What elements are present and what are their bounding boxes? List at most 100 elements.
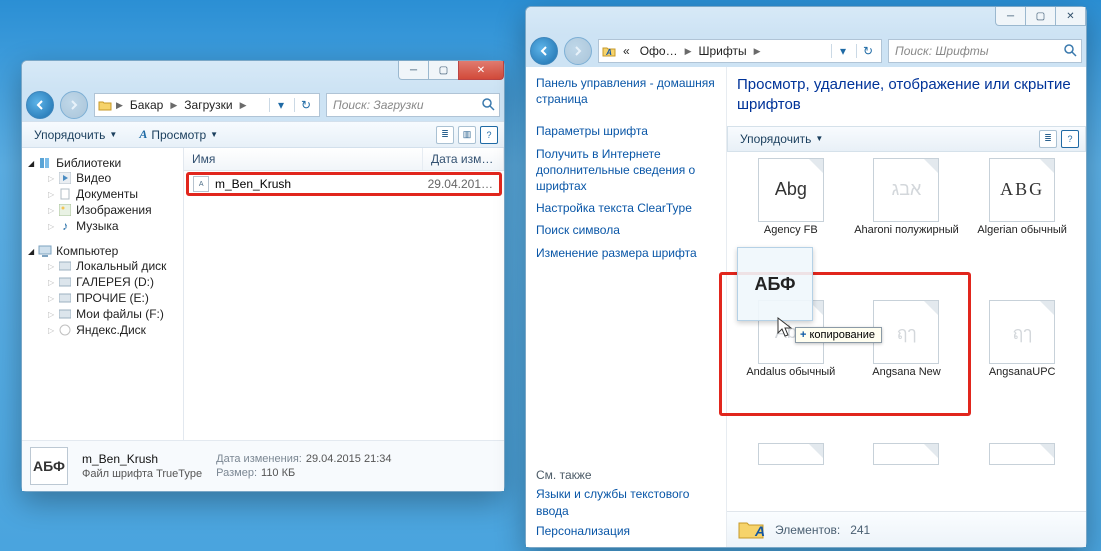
close-button[interactable]: ✕ [458, 61, 504, 80]
nav-yadisk[interactable]: ▷ Яндекс.Диск [28, 322, 183, 338]
font-item[interactable]: אבג Aharoni полужирный [853, 158, 961, 297]
titlebar: ─ ▢ ✕ [22, 61, 504, 89]
arrow-right-icon [573, 46, 583, 56]
tree-expand-icon[interactable]: ▷ [48, 222, 54, 231]
nav-label: Мои файлы (F:) [76, 307, 164, 321]
history-chevron[interactable]: ▾ [831, 44, 854, 58]
file-list-pane: Имя Дата изм… A m_Ben_Krush 29.04.201… [184, 148, 504, 440]
cp-link-cleartype[interactable]: Настройка текста ClearType [536, 198, 716, 218]
back-button[interactable] [530, 37, 558, 65]
tree-expand-icon[interactable]: ▷ [48, 310, 54, 319]
column-date[interactable]: Дата изм… [423, 148, 504, 170]
nav-documents[interactable]: ▷ Документы [28, 186, 183, 202]
cp-link-resize[interactable]: Изменение размера шрифта [536, 243, 716, 263]
tree-expand-icon[interactable]: ▷ [48, 326, 54, 335]
forward-button[interactable] [564, 37, 592, 65]
cp-link-params[interactable]: Параметры шрифта [536, 121, 716, 141]
nav-computer[interactable]: ◢ Компьютер [28, 244, 183, 258]
nav-drive-e[interactable]: ▷ ПРОЧИЕ (E:) [28, 290, 183, 306]
tree-expand-icon[interactable]: ▷ [48, 206, 54, 215]
font-file-icon: A [193, 176, 209, 192]
nav-pictures[interactable]: ▷ Изображения [28, 202, 183, 218]
cp-link-online[interactable]: Получить в Интернете дополнительные свед… [536, 144, 716, 197]
arrow-left-icon [539, 46, 549, 56]
computer-icon [38, 244, 52, 258]
font-thumb-icon: Abg [758, 158, 824, 222]
help-button[interactable]: ? [1061, 130, 1079, 148]
preview-button[interactable]: A Просмотр ▼ [133, 125, 224, 144]
font-label: Andalus обычный [746, 366, 835, 392]
maximize-button[interactable]: ▢ [428, 61, 459, 80]
font-item[interactable]: ABG Algerian обычный [968, 158, 1076, 297]
font-thumb-icon: אבג [873, 158, 939, 222]
tree-expand-icon[interactable]: ▷ [48, 278, 54, 287]
minimize-button[interactable]: ─ [398, 61, 429, 80]
cp-link-textservices[interactable]: Языки и службы текстового ввода [536, 484, 716, 520]
tree-expand-icon[interactable]: ▷ [48, 174, 54, 183]
chevron-right-icon: ▶ [169, 100, 178, 111]
search-input[interactable]: Поиск: Загрузки [326, 93, 500, 117]
nav-label: Музыка [76, 219, 118, 233]
breadcrumb-office[interactable]: Офо… [636, 44, 682, 58]
cp-link-home[interactable]: Панель управления - домашняя страница [536, 73, 716, 109]
detail-file-type: Файл шрифта TrueType [82, 468, 202, 480]
font-item[interactable]: ฤๅ Angsana New [853, 300, 961, 439]
font-label: Algerian обычный [977, 224, 1067, 250]
breadcrumb-back[interactable]: « [619, 44, 634, 58]
toolbar: Упорядочить ▼ A Просмотр ▼ ≣ ▥ ? [22, 121, 504, 148]
file-date: 29.04.201… [428, 177, 493, 191]
music-icon: ♪ [58, 219, 72, 233]
minimize-button[interactable]: ─ [995, 7, 1026, 26]
nav-music[interactable]: ▷ ♪ Музыка [28, 218, 183, 234]
cp-link-personalization[interactable]: Персонализация [536, 521, 716, 541]
font-item[interactable] [737, 443, 845, 512]
refresh-button[interactable]: ↻ [294, 98, 317, 112]
nav-drive-c[interactable]: ▷ Локальный диск [28, 258, 183, 274]
cp-link-symbol[interactable]: Поиск символа [536, 220, 716, 240]
explorer-window-downloads: ─ ▢ ✕ ▶ Бакар ▶ Загрузки ▶ ▾ [21, 60, 505, 492]
breadcrumb-user[interactable]: Бакар [126, 98, 167, 112]
breadcrumb-fonts[interactable]: Шрифты [695, 44, 751, 58]
history-chevron[interactable]: ▾ [269, 98, 292, 112]
search-input[interactable]: Поиск: Шрифты [888, 39, 1082, 63]
organize-menu[interactable]: Упорядочить ▼ [28, 126, 123, 144]
fonts-folder-icon: A [737, 516, 765, 543]
tree-expand-icon[interactable]: ▷ [48, 294, 54, 303]
font-thumb-icon [873, 443, 939, 465]
view-options-button[interactable]: ≣ [1039, 130, 1057, 148]
search-placeholder: Поиск: Шрифты [895, 44, 989, 58]
breadcrumb-folder[interactable]: Загрузки [180, 98, 236, 112]
column-name[interactable]: Имя [184, 148, 423, 170]
tree-collapse-icon[interactable]: ◢ [28, 159, 34, 168]
refresh-button[interactable]: ↻ [856, 44, 879, 58]
help-button[interactable]: ? [480, 126, 498, 144]
view-options-button[interactable]: ≣ [436, 126, 454, 144]
file-row-selected[interactable]: A m_Ben_Krush 29.04.201… [186, 172, 502, 196]
documents-icon [58, 187, 72, 201]
font-item[interactable] [853, 443, 961, 512]
chevron-right-icon: ▶ [115, 100, 124, 111]
address-bar[interactable]: ▶ Бакар ▶ Загрузки ▶ ▾ ↻ [94, 93, 320, 117]
count-value: 241 [850, 523, 870, 537]
address-bar[interactable]: A « Офо… ▶ Шрифты ▶ ▾ ↻ [598, 39, 882, 63]
maximize-button[interactable]: ▢ [1025, 7, 1056, 26]
tree-collapse-icon[interactable]: ◢ [28, 247, 34, 256]
nav-drive-d[interactable]: ▷ ГАЛЕРЕЯ (D:) [28, 274, 183, 290]
back-button[interactable] [26, 91, 54, 119]
preview-pane-button[interactable]: ▥ [458, 126, 476, 144]
nav-drive-f[interactable]: ▷ Мои файлы (F:) [28, 306, 183, 322]
drag-copy-tooltip: + копирование [795, 327, 882, 343]
tree-expand-icon[interactable]: ▷ [48, 262, 54, 271]
font-grid[interactable]: Abg Agency FB אבג Aharoni полужирный ABG… [737, 158, 1076, 512]
font-item[interactable] [968, 443, 1076, 512]
nav-video[interactable]: ▷ Видео [28, 170, 183, 186]
chevron-down-icon: ▼ [210, 130, 218, 139]
forward-button[interactable] [60, 91, 88, 119]
font-item[interactable]: ฤๅ AngsanaUPC [968, 300, 1076, 439]
tree-expand-icon[interactable]: ▷ [48, 190, 54, 199]
nav-libraries[interactable]: ◢ Библиотеки [28, 156, 183, 170]
details-pane: АБФ m_Ben_Krush Файл шрифта TrueType Дат… [22, 440, 504, 491]
control-panel-fonts-window: ─ ▢ ✕ A « Офо… ▶ Шрифты ▶ ▾ [525, 6, 1087, 548]
close-button[interactable]: ✕ [1055, 7, 1086, 26]
organize-menu[interactable]: Упорядочить ▼ [734, 130, 829, 148]
